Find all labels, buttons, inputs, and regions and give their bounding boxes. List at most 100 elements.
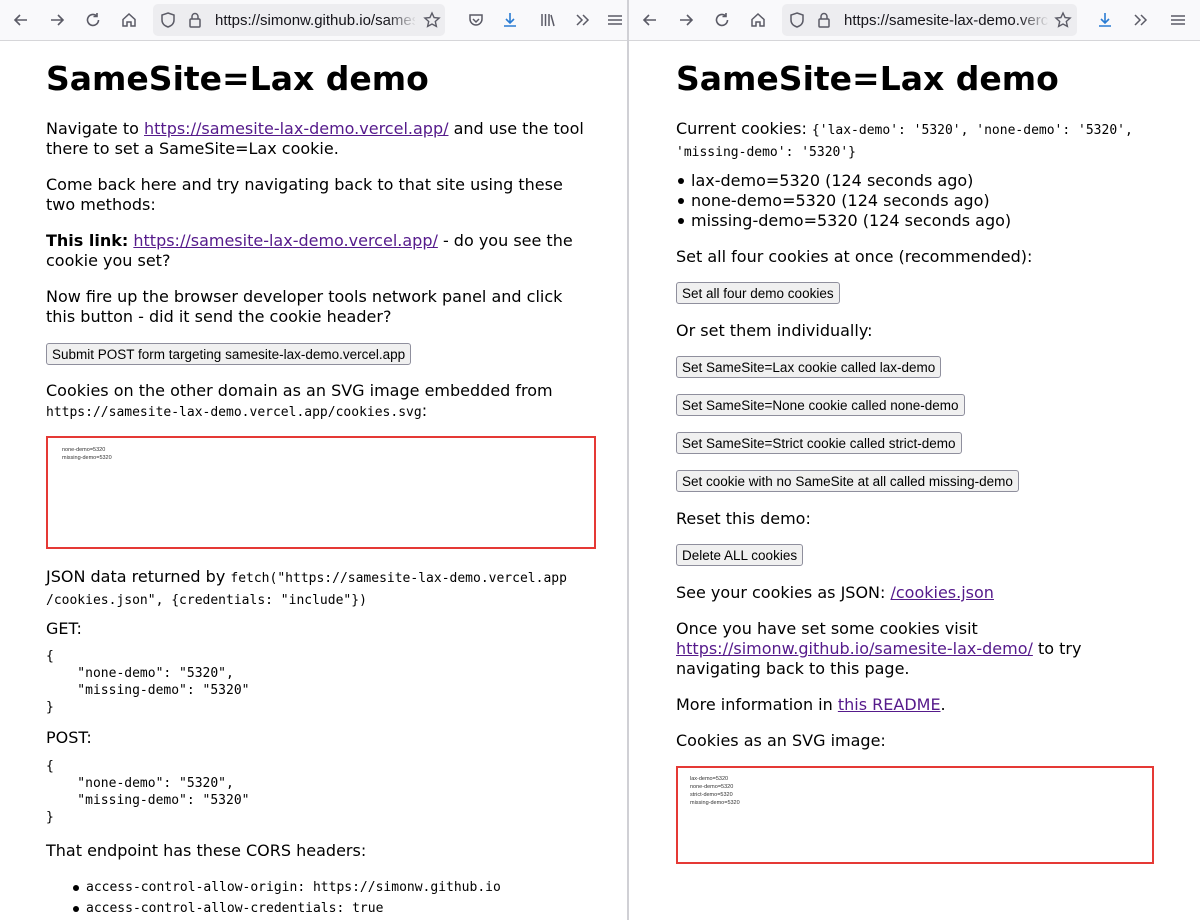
current-cookies-label: Current cookies: — [676, 119, 812, 138]
overflow-chevron-icon[interactable] — [571, 9, 593, 31]
intro-text-line2: there to set a SameSite=Lax cookie. — [46, 139, 339, 158]
overflow-chevron-icon[interactable] — [1129, 9, 1151, 31]
url-text[interactable]: https://samesite-lax-demo.vercel.app/ — [844, 12, 1048, 29]
svg-cookie-line: strict-demo=5320 — [690, 792, 733, 798]
tracking-shield-icon[interactable] — [157, 9, 179, 31]
menu-icon[interactable] — [1169, 9, 1187, 31]
reset-intro: Reset this demo: — [676, 509, 811, 528]
menu-icon[interactable] — [606, 9, 624, 31]
this-link-label: This link: — [46, 231, 129, 250]
url-bar[interactable]: https://samesite-lax-demo.vercel.app/ — [782, 4, 1077, 36]
submit-post-button[interactable]: Submit POST form targeting samesite-lax-… — [46, 343, 412, 365]
cors-headers-list: access-control-allow-origin: https://sim… — [72, 877, 501, 919]
set-strict-cookie-button[interactable]: Set SameSite=Strict cookie called strict… — [676, 432, 962, 454]
reload-icon[interactable] — [711, 9, 733, 31]
forward-arrow-icon[interactable] — [46, 9, 68, 31]
this-link-paragraph: This link: https://samesite-lax-demo.ver… — [46, 231, 606, 271]
set-all-intro: Set all four cookies at once (recommende… — [676, 247, 1033, 266]
more-info-period: . — [940, 695, 946, 714]
list-item: missing-demo=5320 (124 seconds ago) — [677, 211, 1011, 231]
post-json-block: { "none-demo": "5320", "missing-demo": "… — [46, 759, 250, 825]
url-text[interactable]: https://simonw.github.io/samesite-lax-de… — [215, 12, 415, 29]
bookmark-star-icon[interactable] — [1052, 9, 1074, 31]
once-set-line1: Once you have set some cookies visit — [676, 619, 978, 638]
readme-link[interactable]: this README — [838, 695, 941, 714]
url-fade — [387, 4, 417, 36]
lock-icon[interactable] — [184, 9, 206, 31]
once-set-line2: navigating back to this page. — [676, 659, 910, 678]
devtools-paragraph: Now fire up the browser developer tools … — [46, 287, 606, 327]
intro-text: Navigate to — [46, 119, 144, 138]
page-title: SameSite=Lax demo — [676, 59, 1059, 98]
url-bar[interactable]: https://simonw.github.io/samesite-lax-de… — [153, 4, 445, 36]
right-page-content: SameSite=Lax demo Current cookies: {'lax… — [629, 41, 1200, 920]
svg-cookie-line: none-demo=5320 — [62, 447, 106, 453]
json-fetch-code-line2: /cookies.json", {credentials: "include"}… — [46, 593, 367, 608]
left-page-content: SameSite=Lax demo Navigate to https://sa… — [0, 41, 627, 920]
json-fetch-paragraph: JSON data returned by fetch("https://sam… — [46, 567, 616, 611]
browser-toolbar: https://samesite-lax-demo.vercel.app/ — [629, 0, 1200, 41]
svg-embed-url: https://samesite-lax-demo.vercel.app/coo… — [46, 405, 422, 420]
cookies-json-intro: See your cookies as JSON: — [676, 583, 891, 602]
individually-intro: Or set them individually: — [676, 321, 873, 340]
cookie-list: lax-demo=5320 (124 seconds ago) none-dem… — [677, 171, 1011, 231]
list-item: lax-demo=5320 (124 seconds ago) — [677, 171, 1011, 191]
svg-embed-paragraph: Cookies on the other domain as an SVG im… — [46, 381, 606, 423]
intro-paragraph: Navigate to https://samesite-lax-demo.ve… — [46, 119, 606, 159]
come-back-line2: two methods: — [46, 195, 156, 214]
left-browser-window: https://simonw.github.io/samesite-lax-de… — [0, 0, 627, 920]
lock-icon[interactable] — [813, 9, 835, 31]
current-cookies-code-line1: {'lax-demo': '5320', 'none-demo': '5320'… — [811, 123, 1133, 138]
page-title: SameSite=Lax demo — [46, 59, 429, 98]
cookies-json-link[interactable]: /cookies.json — [890, 583, 993, 602]
set-missing-cookie-button[interactable]: Set cookie with no SameSite at all calle… — [676, 470, 1019, 492]
svg-cookie-line: none-demo=5320 — [690, 784, 734, 790]
set-none-cookie-button[interactable]: Set SameSite=None cookie called none-dem… — [676, 394, 965, 416]
list-item: access-control-allow-credentials: true — [72, 898, 501, 919]
json-fetch-code-line1: fetch("https://samesite-lax-demo.vercel.… — [230, 571, 567, 586]
downloads-icon[interactable] — [499, 9, 521, 31]
delete-all-cookies-button[interactable]: Delete ALL cookies — [676, 544, 804, 566]
cookies-svg-image: none-demo=5320 missing-demo=5320 — [46, 436, 596, 549]
vercel-app-link[interactable]: https://samesite-lax-demo.vercel.app/ — [144, 119, 448, 138]
cookies-svg-image: lax-demo=5320 none-demo=5320 strict-demo… — [676, 766, 1154, 864]
back-arrow-icon[interactable] — [10, 9, 32, 31]
set-all-cookies-button[interactable]: Set all four demo cookies — [676, 282, 840, 304]
url-fade — [1019, 4, 1049, 36]
once-set-after: to try — [1032, 639, 1082, 658]
devtools-line1: Now fire up the browser developer tools … — [46, 287, 563, 306]
svg-cookie-line: lax-demo=5320 — [690, 776, 729, 782]
set-lax-cookie-button[interactable]: Set SameSite=Lax cookie called lax-demo — [676, 356, 942, 378]
home-icon[interactable] — [747, 9, 769, 31]
back-arrow-icon[interactable] — [639, 9, 661, 31]
svg-cookie-line: missing-demo=5320 — [690, 800, 740, 806]
list-item: access-control-allow-origin: https://sim… — [72, 877, 501, 898]
svg-embed-colon: : — [421, 401, 428, 420]
right-browser-window: https://samesite-lax-demo.vercel.app/ Sa… — [629, 0, 1200, 920]
this-link[interactable]: https://samesite-lax-demo.vercel.app/ — [133, 231, 437, 250]
devtools-line2: this button - did it send the cookie hea… — [46, 307, 392, 326]
this-link-line2: cookie you set? — [46, 251, 171, 270]
bookmark-star-icon[interactable] — [421, 9, 443, 31]
intro-text-after: and use the tool — [448, 119, 584, 138]
reload-icon[interactable] — [82, 9, 104, 31]
post-label: POST: — [46, 728, 92, 747]
once-set-paragraph: Once you have set some cookies visit htt… — [676, 619, 1186, 679]
tracking-shield-icon[interactable] — [786, 9, 808, 31]
svg-embed-line1: Cookies on the other domain as an SVG im… — [46, 381, 553, 400]
cookies-json-paragraph: See your cookies as JSON: /cookies.json — [676, 583, 994, 603]
forward-arrow-icon[interactable] — [675, 9, 697, 31]
current-cookies-paragraph: Current cookies: {'lax-demo': '5320', 'n… — [676, 119, 1186, 161]
current-cookies-code-line2: 'missing-demo': '5320'} — [676, 145, 857, 160]
browser-toolbar: https://simonw.github.io/samesite-lax-de… — [0, 0, 627, 41]
more-info-paragraph: More information in this README. — [676, 695, 946, 715]
downloads-icon[interactable] — [1094, 9, 1116, 31]
this-link-after: - do you see the — [437, 231, 573, 250]
svg-cookie-line: missing-demo=5320 — [62, 455, 112, 461]
home-icon[interactable] — [118, 9, 140, 31]
json-fetch-intro: JSON data returned by — [46, 567, 231, 586]
pocket-icon[interactable] — [465, 9, 487, 31]
get-json-block: { "none-demo": "5320", "missing-demo": "… — [46, 649, 250, 715]
github-demo-link[interactable]: https://simonw.github.io/samesite-lax-de… — [676, 639, 1033, 658]
library-icon[interactable] — [537, 9, 559, 31]
